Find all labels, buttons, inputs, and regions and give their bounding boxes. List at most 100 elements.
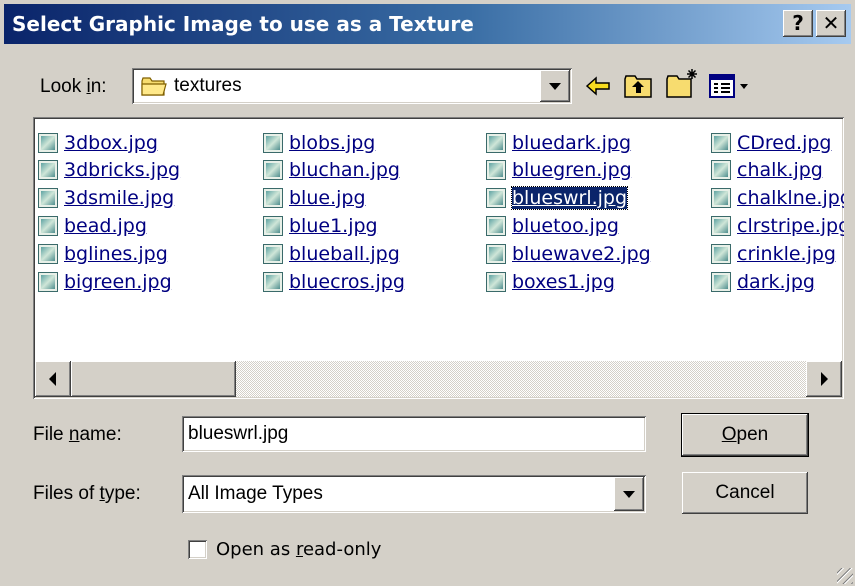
- file-name: crinkle.jpg: [737, 243, 836, 265]
- folder-icon: [141, 77, 167, 96]
- lookin-dropdown[interactable]: textures: [132, 68, 572, 104]
- file-item[interactable]: bluewave2.jpg: [486, 242, 651, 266]
- filetype-value: All Image Types: [188, 483, 323, 504]
- file-name: blueball.jpg: [289, 243, 400, 265]
- lookin-value: textures: [174, 75, 242, 96]
- image-file-icon: [486, 133, 506, 153]
- image-file-icon: [711, 272, 731, 292]
- image-file-icon: [263, 133, 283, 153]
- file-name: blue.jpg: [289, 187, 366, 209]
- dialog-window: Select Graphic Image to use as a Texture…: [0, 0, 855, 586]
- file-name: chalk.jpg: [737, 159, 823, 181]
- title-bar[interactable]: Select Graphic Image to use as a Texture…: [4, 4, 851, 44]
- image-file-icon: [263, 160, 283, 180]
- readonly-label[interactable]: Open as read-only: [216, 539, 381, 560]
- file-item[interactable]: clrstripe.jpg: [711, 214, 844, 238]
- window-title: Select Graphic Image to use as a Texture: [12, 12, 474, 36]
- open-button-label: Open: [721, 424, 769, 445]
- file-name: bglines.jpg: [64, 243, 168, 265]
- file-item[interactable]: chalk.jpg: [711, 158, 823, 182]
- file-item[interactable]: 3dsmile.jpg: [38, 186, 174, 210]
- cancel-button-label: Cancel: [715, 482, 775, 503]
- filetype-dropdown[interactable]: All Image Types: [182, 475, 646, 513]
- file-item[interactable]: bluecros.jpg: [263, 270, 405, 294]
- scroll-left-button[interactable]: [35, 361, 71, 397]
- cancel-button[interactable]: Cancel: [682, 472, 808, 514]
- help-button[interactable]: ?: [783, 10, 813, 37]
- horizontal-scrollbar[interactable]: [35, 361, 842, 397]
- file-item[interactable]: blue.jpg: [263, 186, 366, 210]
- file-name: bluegren.jpg: [512, 159, 632, 181]
- filename-value: blueswrl.jpg: [188, 423, 289, 444]
- image-file-icon: [263, 188, 283, 208]
- file-item[interactable]: bglines.jpg: [38, 242, 168, 266]
- file-item[interactable]: crinkle.jpg: [711, 242, 836, 266]
- file-name: 3dbricks.jpg: [64, 159, 181, 181]
- filetype-dropdown-button[interactable]: [614, 477, 644, 511]
- image-file-icon: [711, 244, 731, 264]
- image-file-icon: [486, 188, 506, 208]
- resize-grip[interactable]: [837, 568, 853, 584]
- close-button[interactable]: ✕: [816, 10, 846, 37]
- image-file-icon: [263, 272, 283, 292]
- view-menu-icon: [709, 74, 748, 98]
- up-folder-button[interactable]: [622, 70, 654, 102]
- filename-input[interactable]: blueswrl.jpg: [182, 416, 646, 452]
- file-item[interactable]: bluetoo.jpg: [486, 214, 619, 238]
- file-name: clrstripe.jpg: [737, 215, 844, 237]
- file-name: 3dsmile.jpg: [64, 187, 175, 209]
- file-name: bluedark.jpg: [512, 132, 632, 154]
- file-item[interactable]: boxes1.jpg: [486, 270, 615, 294]
- file-item[interactable]: blobs.jpg: [263, 131, 375, 155]
- file-item[interactable]: bluchan.jpg: [263, 158, 400, 182]
- view-menu-button[interactable]: [708, 72, 754, 102]
- file-name: bluewave2.jpg: [512, 243, 651, 265]
- file-item[interactable]: chalklne.jpg: [711, 186, 844, 210]
- file-item[interactable]: CDred.jpg: [711, 131, 831, 155]
- file-item[interactable]: bead.jpg: [38, 214, 147, 238]
- file-name: bluetoo.jpg: [512, 215, 619, 237]
- file-list[interactable]: 3dbox.jpg 3dbricks.jpg 3dsmile.jpg bead.jpg…: [33, 117, 844, 399]
- new-folder-icon: [666, 69, 697, 98]
- chevron-down-icon: [549, 83, 561, 90]
- chevron-down-icon: [623, 491, 635, 498]
- file-name: bead.jpg: [64, 215, 147, 237]
- file-item[interactable]: bluedark.jpg: [486, 131, 631, 155]
- up-folder-icon: [624, 75, 652, 98]
- image-file-icon: [38, 272, 58, 292]
- filename-label: File name:: [33, 424, 122, 445]
- file-item[interactable]: 3dbricks.jpg: [38, 158, 180, 182]
- file-name: bluecros.jpg: [289, 271, 405, 293]
- scroll-right-button[interactable]: [806, 361, 842, 397]
- file-name: boxes1.jpg: [512, 271, 615, 293]
- image-file-icon: [486, 216, 506, 236]
- file-item[interactable]: blueball.jpg: [263, 242, 400, 266]
- file-name: bigreen.jpg: [64, 271, 172, 293]
- image-file-icon: [711, 216, 731, 236]
- image-file-icon: [38, 133, 58, 153]
- scroll-thumb[interactable]: [71, 361, 236, 397]
- file-item[interactable]: bigreen.jpg: [38, 270, 172, 294]
- arrow-left-icon: [49, 372, 56, 386]
- file-item[interactable]: blueswrl.jpg: [486, 186, 629, 210]
- readonly-checkbox[interactable]: [188, 540, 207, 559]
- image-file-icon: [38, 216, 58, 236]
- image-file-icon: [486, 160, 506, 180]
- file-item[interactable]: blue1.jpg: [263, 214, 378, 238]
- lookin-dropdown-button[interactable]: [540, 70, 570, 102]
- file-item[interactable]: dark.jpg: [711, 270, 815, 294]
- image-file-icon: [263, 244, 283, 264]
- file-name: 3dbox.jpg: [64, 132, 158, 154]
- open-button[interactable]: Open: [682, 414, 808, 456]
- file-name: bluchan.jpg: [289, 159, 400, 181]
- filetype-label: Files of type:: [33, 483, 141, 504]
- back-button[interactable]: [582, 70, 614, 102]
- file-item[interactable]: 3dbox.jpg: [38, 131, 158, 155]
- file-name: chalklne.jpg: [737, 187, 844, 209]
- image-file-icon: [38, 188, 58, 208]
- new-folder-button[interactable]: [664, 66, 700, 102]
- file-name: CDred.jpg: [737, 132, 832, 154]
- image-file-icon: [711, 160, 731, 180]
- image-file-icon: [38, 244, 58, 264]
- file-item[interactable]: bluegren.jpg: [486, 158, 632, 182]
